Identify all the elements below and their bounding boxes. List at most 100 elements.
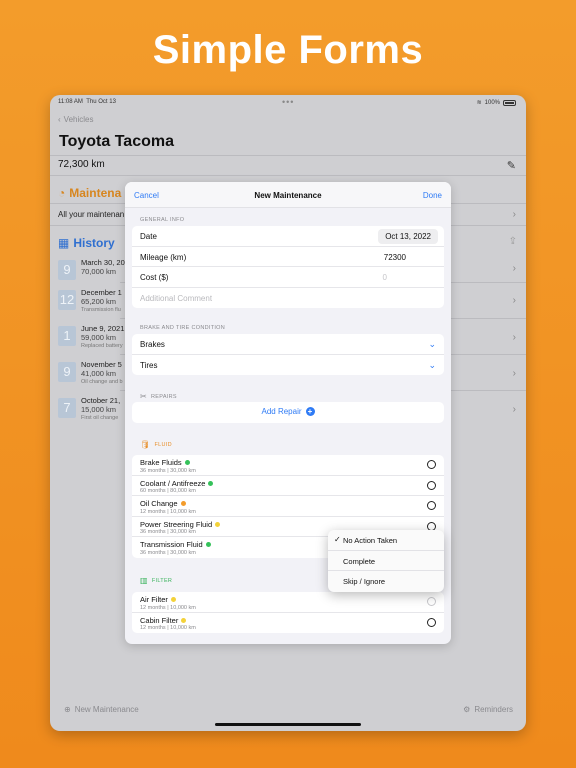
task-row[interactable]: Brake Fluids 36 months | 30,000 km — [132, 455, 444, 476]
menu-item-no-action[interactable]: ✓ No Action Taken — [328, 530, 444, 551]
history-date: October 21, — [81, 396, 121, 405]
repairs-card: Add Repair + — [132, 402, 444, 423]
chevron-right-icon: › — [512, 295, 516, 306]
history-item[interactable]: 7 October 21, 15,000 km First oil change — [58, 396, 128, 424]
status-radio[interactable] — [427, 597, 436, 606]
oil-can-icon: 🛢 — [140, 440, 151, 449]
vehicle-mileage: 72,300 km — [58, 159, 105, 170]
maintenance-summary[interactable]: All your maintenan — [58, 210, 124, 219]
task-row[interactable]: Coolant / Antifreeze 60 months | 80,000 … — [132, 476, 444, 496]
status-radio[interactable] — [427, 480, 436, 490]
history-date: November 5 — [81, 360, 122, 369]
sheet-navbar: Cancel New Maintenance Done — [125, 182, 451, 208]
status-radio[interactable] — [427, 617, 436, 627]
history-day: 7 — [58, 398, 76, 418]
share-icon[interactable]: ⇪ — [509, 236, 517, 247]
multitask-dots[interactable]: ••• — [282, 97, 294, 107]
mileage-input[interactable]: 72300 — [384, 253, 406, 262]
date-picker[interactable]: Oct 13, 2022 — [378, 229, 438, 244]
done-button[interactable]: Done — [423, 191, 442, 200]
task-name: Cabin Filter — [140, 616, 187, 625]
mileage-label: Mileage (km) — [140, 252, 187, 262]
task-interval: 12 months | 10,000 km — [140, 508, 196, 515]
section-fluid: 🛢 FLUID — [140, 440, 172, 449]
status-radio[interactable] — [427, 460, 436, 469]
comment-row[interactable]: Additional Comment — [132, 288, 444, 309]
chevron-right-icon: › — [512, 368, 516, 379]
task-name: Coolant / Antifreeze — [140, 479, 214, 488]
divider — [50, 175, 526, 176]
gauge-icon: ◔ — [58, 186, 66, 200]
history-date: March 30, 20 — [81, 258, 125, 267]
task-interval: 12 months | 10,000 km — [140, 625, 196, 631]
history-item[interactable]: 12 December 1 65,200 km Transmission flu — [58, 288, 128, 316]
history-item[interactable]: 9 November 5 41,000 km Oil change and b — [58, 360, 128, 388]
chevron-right-icon: › — [512, 263, 516, 274]
task-interval: 12 months | 10,000 km — [140, 604, 196, 611]
divider — [50, 155, 526, 156]
history-item[interactable]: 1 June 9, 2021 59,000 km Replaced batter… — [58, 324, 128, 352]
status-badge — [205, 542, 211, 547]
section-brake-tire: BRAKE AND TIRE CONDITION — [140, 325, 226, 331]
history-day: 9 — [58, 260, 76, 280]
status-popup-menu: ✓ No Action Taken Complete Skip / Ignore — [328, 530, 444, 592]
history-item[interactable]: 9 March 30, 20 70,000 km — [58, 258, 128, 286]
task-row[interactable]: Air Filter 12 months | 10,000 km — [132, 592, 444, 613]
add-repair-button[interactable]: Add Repair + — [132, 407, 444, 416]
task-name: Air Filter — [140, 595, 176, 604]
status-radio[interactable] — [427, 501, 436, 510]
chevron-left-icon: ‹ — [58, 115, 61, 124]
task-interval: 60 months | 80,000 km — [140, 488, 196, 494]
history-day: 12 — [58, 290, 76, 310]
status-badge — [184, 460, 190, 465]
task-name: Oil Change — [140, 499, 186, 508]
back-button[interactable]: ‹ Vehicles — [58, 115, 93, 124]
status-right: ≋ 100% — [477, 99, 516, 106]
history-note: Transmission flu — [81, 307, 121, 313]
task-row[interactable]: Oil Change 12 months | 10,000 km — [132, 496, 444, 517]
status-badge — [215, 521, 221, 527]
edit-icon[interactable]: ✎ — [507, 159, 516, 172]
cost-row[interactable]: Cost ($) 0 — [132, 267, 444, 288]
battery-percent: 100% — [484, 99, 500, 106]
filter-icon: ▥ — [140, 576, 148, 585]
history-km: 15,000 km — [81, 405, 117, 414]
new-maintenance-button[interactable]: ⊕ New Maintenance — [64, 705, 139, 714]
section-filter: ▥ FILTER — [140, 576, 173, 585]
tires-row[interactable]: Tires ⌄ — [132, 355, 444, 376]
brake-tire-card: Brakes ⌄ Tires ⌄ — [132, 334, 444, 375]
history-note: Replaced battery — [81, 343, 123, 349]
history-day: 1 — [58, 326, 76, 346]
vehicle-title: Toyota Tacoma — [59, 133, 174, 150]
status-badge — [181, 617, 187, 623]
plus-circle-icon: + — [305, 407, 315, 416]
cost-input[interactable]: 0 — [383, 273, 387, 282]
date-row: Date Oct 13, 2022 — [132, 226, 444, 247]
chevron-right-icon: › — [512, 209, 516, 220]
task-row[interactable]: Cabin Filter 12 months | 10,000 km — [132, 613, 444, 634]
history-day: 9 — [58, 362, 76, 382]
chevron-right-icon: › — [512, 332, 516, 343]
chevron-down-icon: ⌄ — [428, 359, 436, 370]
comment-input[interactable]: Additional Comment — [140, 294, 212, 303]
history-heading: ▦ History — [58, 236, 115, 250]
general-info-card: Date Oct 13, 2022 Mileage (km) 72300 Cos… — [132, 226, 444, 308]
status-badge — [208, 480, 214, 486]
task-interval: 36 months | 30,000 km — [140, 529, 196, 535]
history-note: First oil change — [81, 415, 119, 421]
filter-card: Air Filter 12 months | 10,000 km Cabin F… — [132, 592, 444, 633]
history-km: 70,000 km — [81, 267, 117, 276]
sheet-title: New Maintenance — [254, 191, 322, 200]
calendar-icon: ▦ — [58, 236, 70, 250]
task-name: Brake Fluids — [140, 458, 190, 467]
menu-item-complete[interactable]: Complete — [328, 551, 444, 572]
menu-item-skip[interactable]: Skip / Ignore — [328, 571, 444, 592]
reminders-button[interactable]: ⚙ Reminders — [463, 705, 513, 714]
bottom-toolbar: ⊕ New Maintenance ⚙ Reminders — [50, 693, 526, 731]
date-label: Date — [140, 232, 157, 241]
brakes-label: Brakes — [140, 340, 165, 349]
headline: Simple Forms — [152, 28, 424, 72]
brakes-row[interactable]: Brakes ⌄ — [132, 334, 444, 355]
gear-icon: ⚙ — [463, 705, 471, 714]
mileage-row[interactable]: Mileage (km) 72300 — [132, 247, 444, 267]
